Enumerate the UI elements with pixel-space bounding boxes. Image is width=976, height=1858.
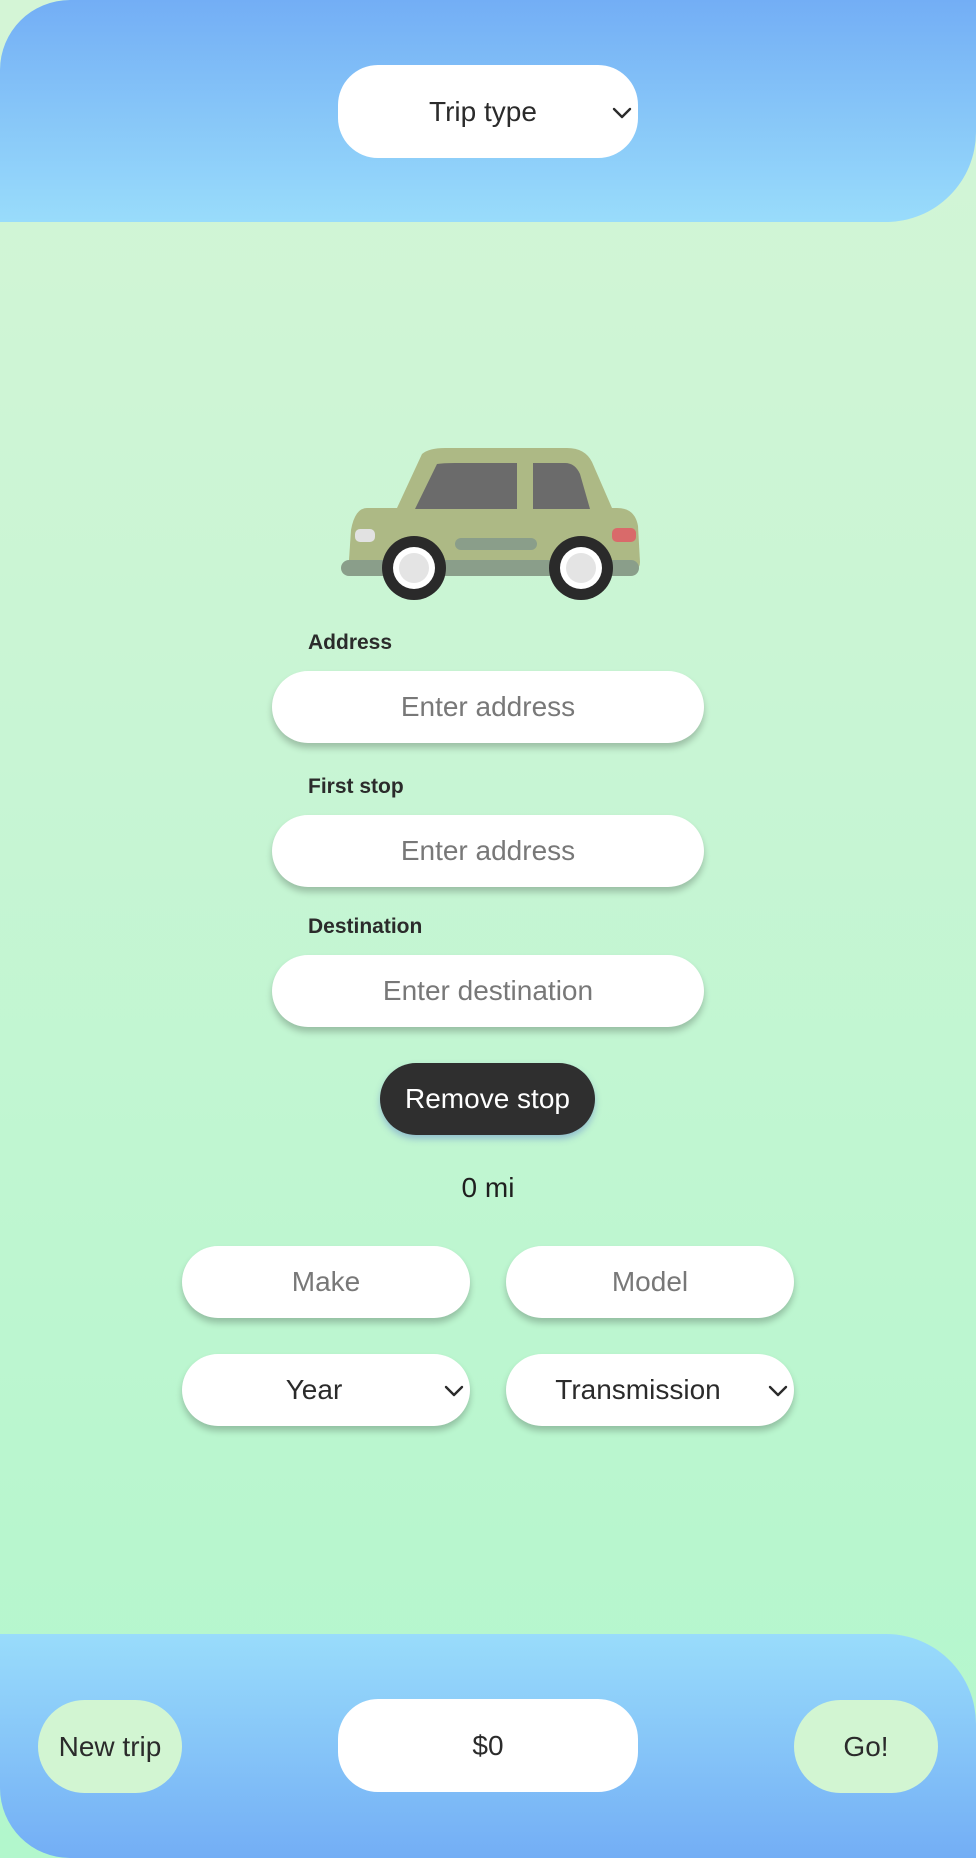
distance-readout: 0 mi (461, 1172, 515, 1203)
go-button[interactable]: Go! (794, 1700, 938, 1793)
address-label: Address (308, 631, 393, 654)
year-label: Year (285, 1374, 343, 1405)
transmission-label: Transmission (555, 1374, 721, 1405)
new-trip-button[interactable]: New trip (38, 1700, 182, 1793)
first-stop-label: First stop (308, 775, 404, 798)
year-select[interactable]: Year (182, 1354, 470, 1426)
price-display: $0 (338, 1699, 638, 1792)
transmission-select[interactable]: Transmission (506, 1354, 794, 1426)
trip-type-label: Trip type (429, 95, 537, 127)
model-input[interactable] (506, 1246, 794, 1318)
remove-stop-button[interactable]: Remove stop (380, 1063, 595, 1135)
car-illustration (337, 444, 643, 604)
chevron-down-icon (444, 1384, 464, 1398)
make-input[interactable] (182, 1246, 470, 1318)
destination-input[interactable] (272, 955, 704, 1027)
first-stop-input[interactable] (272, 815, 704, 887)
chevron-down-icon (768, 1384, 788, 1398)
address-input[interactable] (272, 671, 704, 743)
chevron-down-icon (612, 106, 632, 120)
destination-label: Destination (308, 915, 423, 938)
trip-type-select[interactable]: Trip type (338, 65, 638, 158)
